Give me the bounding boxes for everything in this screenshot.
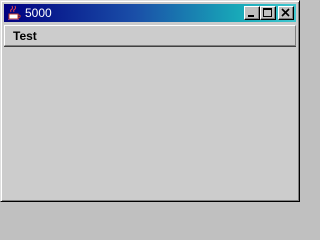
close-icon <box>281 8 290 17</box>
maximize-icon <box>263 8 272 17</box>
maximize-button[interactable] <box>260 6 276 20</box>
menu-bar: Test <box>4 25 296 46</box>
window-title: 5000 <box>25 6 52 20</box>
minimize-icon <box>248 15 254 17</box>
java-app-icon[interactable] <box>6 5 22 21</box>
close-button[interactable] <box>278 6 294 20</box>
content-area <box>4 48 296 198</box>
minimize-button[interactable] <box>244 6 260 20</box>
title-bar[interactable]: 5000 <box>4 4 296 22</box>
window-controls <box>244 6 294 20</box>
menu-item-test[interactable]: Test <box>13 28 37 44</box>
application-window: 5000 Test <box>0 0 300 202</box>
